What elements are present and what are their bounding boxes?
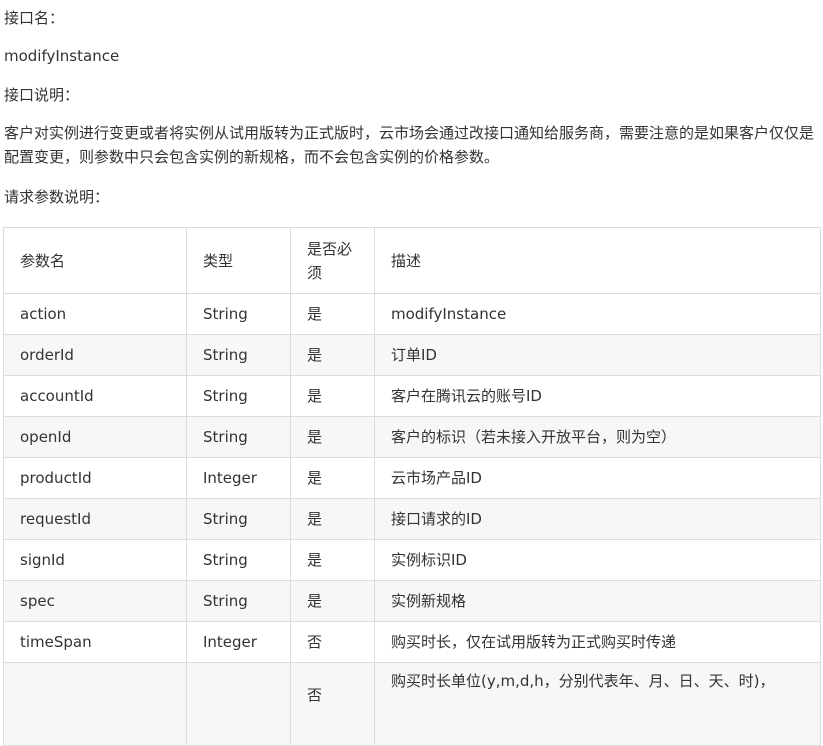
cell-name: orderId [3, 334, 187, 376]
cell-name: spec [3, 580, 187, 622]
api-desc-label: 接口说明： [4, 86, 80, 104]
cell-name: requestId [3, 498, 187, 540]
cell-type [186, 662, 291, 746]
cell-type: String [186, 334, 291, 376]
cell-type: String [186, 539, 291, 581]
cell-desc: 客户的标识（若未接入开放平台，则为空） [374, 416, 821, 458]
cell-required: 是 [290, 580, 375, 622]
header-desc: 描述 [374, 227, 821, 294]
header-name: 参数名 [3, 227, 187, 294]
cell-required: 是 [290, 498, 375, 540]
cell-name [3, 662, 187, 746]
table-row: accountId String 是 客户在腾讯云的账号ID [3, 375, 821, 417]
cell-type: Integer [186, 621, 291, 663]
table-row: signId String 是 实例标识ID [3, 539, 821, 581]
cell-required: 是 [290, 375, 375, 417]
cell-desc: 客户在腾讯云的账号ID [374, 375, 821, 417]
cell-type: String [186, 416, 291, 458]
cell-desc: 实例新规格 [374, 580, 821, 622]
cell-required: 是 [290, 293, 375, 335]
cell-desc: 实例标识ID [374, 539, 821, 581]
cell-type: Integer [186, 457, 291, 499]
header-type: 类型 [186, 227, 291, 294]
cell-type: String [186, 293, 291, 335]
cell-required: 是 [290, 457, 375, 499]
cell-desc: 购买时长，仅在试用版转为正式购买时传递 [374, 621, 821, 663]
cell-desc: 云市场产品ID [374, 457, 821, 499]
cell-type: String [186, 375, 291, 417]
cell-required: 是 [290, 416, 375, 458]
api-desc: 客户对实例进行变更或者将实例从试用版转为正式版时，云市场会通过改接口通知给服务商… [4, 124, 815, 166]
table-row: 否 购买时长单位(y,m,d,h，分别代表年、月、日、天、时)， [3, 662, 821, 746]
cell-required: 否 [290, 621, 375, 663]
table-row: openId String 是 客户的标识（若未接入开放平台，则为空） [3, 416, 821, 458]
cell-name: timeSpan [3, 621, 187, 663]
table-row: spec String 是 实例新规格 [3, 580, 821, 622]
params-table: 参数名 类型 是否必须 描述 action String 是 modifyIns… [3, 227, 821, 746]
table-row: requestId String 是 接口请求的ID [3, 498, 821, 540]
table-row: orderId String 是 订单ID [3, 334, 821, 376]
table-header-row: 参数名 类型 是否必须 描述 [3, 227, 821, 294]
cell-type: String [186, 498, 291, 540]
cell-name: openId [3, 416, 187, 458]
cell-desc: modifyInstance [374, 293, 821, 335]
api-name: modifyInstance [4, 47, 120, 65]
cell-type: String [186, 580, 291, 622]
table-row: action String 是 modifyInstance [3, 293, 821, 335]
params-label: 请求参数说明： [4, 188, 110, 206]
cell-required: 是 [290, 334, 375, 376]
table-row: timeSpan Integer 否 购买时长，仅在试用版转为正式购买时传递 [3, 621, 821, 663]
cell-desc: 购买时长单位(y,m,d,h，分别代表年、月、日、天、时)， [374, 662, 821, 746]
cell-required: 是 [290, 539, 375, 581]
cell-required: 否 [290, 662, 375, 746]
table-row: productId Integer 是 云市场产品ID [3, 457, 821, 499]
header-required: 是否必须 [290, 227, 375, 294]
cell-name: signId [3, 539, 187, 581]
cell-name: productId [3, 457, 187, 499]
cell-name: accountId [3, 375, 187, 417]
cell-desc: 接口请求的ID [374, 498, 821, 540]
cell-desc: 订单ID [374, 334, 821, 376]
cell-name: action [3, 293, 187, 335]
api-name-label: 接口名： [4, 9, 65, 27]
